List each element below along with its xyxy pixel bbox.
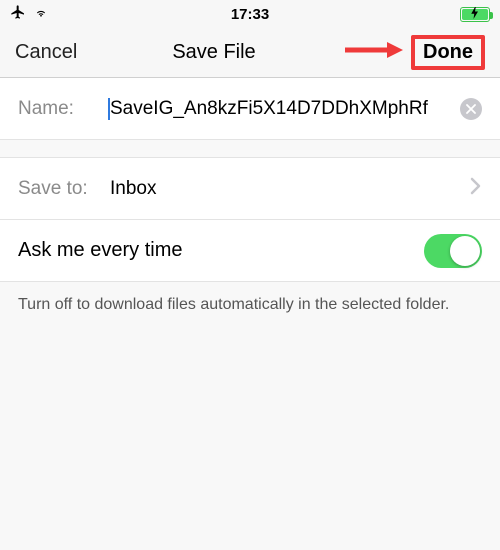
- wifi-icon: [32, 5, 50, 23]
- done-button[interactable]: Done: [411, 35, 485, 70]
- battery-icon: [460, 7, 490, 22]
- chevron-right-icon: [470, 177, 482, 200]
- save-to-label: Save to:: [18, 178, 108, 200]
- nav-bar: Cancel Save File Done: [0, 28, 500, 78]
- status-bar: 17:33: [0, 0, 500, 28]
- clear-text-button[interactable]: [460, 98, 482, 120]
- content-area: Name: SaveIG_An8kzFi5X14D7DDhXMphRf Save…: [0, 78, 500, 328]
- save-to-value: Inbox: [108, 178, 462, 200]
- name-label: Name:: [18, 98, 108, 120]
- close-icon: [466, 104, 476, 114]
- name-input[interactable]: SaveIG_An8kzFi5X14D7DDhXMphRf: [108, 98, 454, 120]
- page-title: Save File: [85, 41, 343, 64]
- save-to-row[interactable]: Save to: Inbox: [0, 158, 500, 220]
- ask-every-time-toggle[interactable]: [424, 234, 482, 268]
- status-left: [10, 4, 90, 24]
- name-row[interactable]: Name: SaveIG_An8kzFi5X14D7DDhXMphRf: [0, 78, 500, 140]
- arrow-annotation-icon: [343, 40, 403, 65]
- switch-knob: [450, 236, 480, 266]
- footer-description: Turn off to download files automatically…: [0, 282, 500, 328]
- status-time: 17:33: [90, 6, 410, 23]
- charging-bolt-icon: [471, 7, 479, 22]
- status-right: [410, 7, 490, 22]
- ask-every-time-row: Ask me every time: [0, 220, 500, 282]
- airplane-mode-icon: [10, 4, 26, 24]
- section-spacer: [0, 140, 500, 158]
- toggle-label: Ask me every time: [18, 239, 424, 262]
